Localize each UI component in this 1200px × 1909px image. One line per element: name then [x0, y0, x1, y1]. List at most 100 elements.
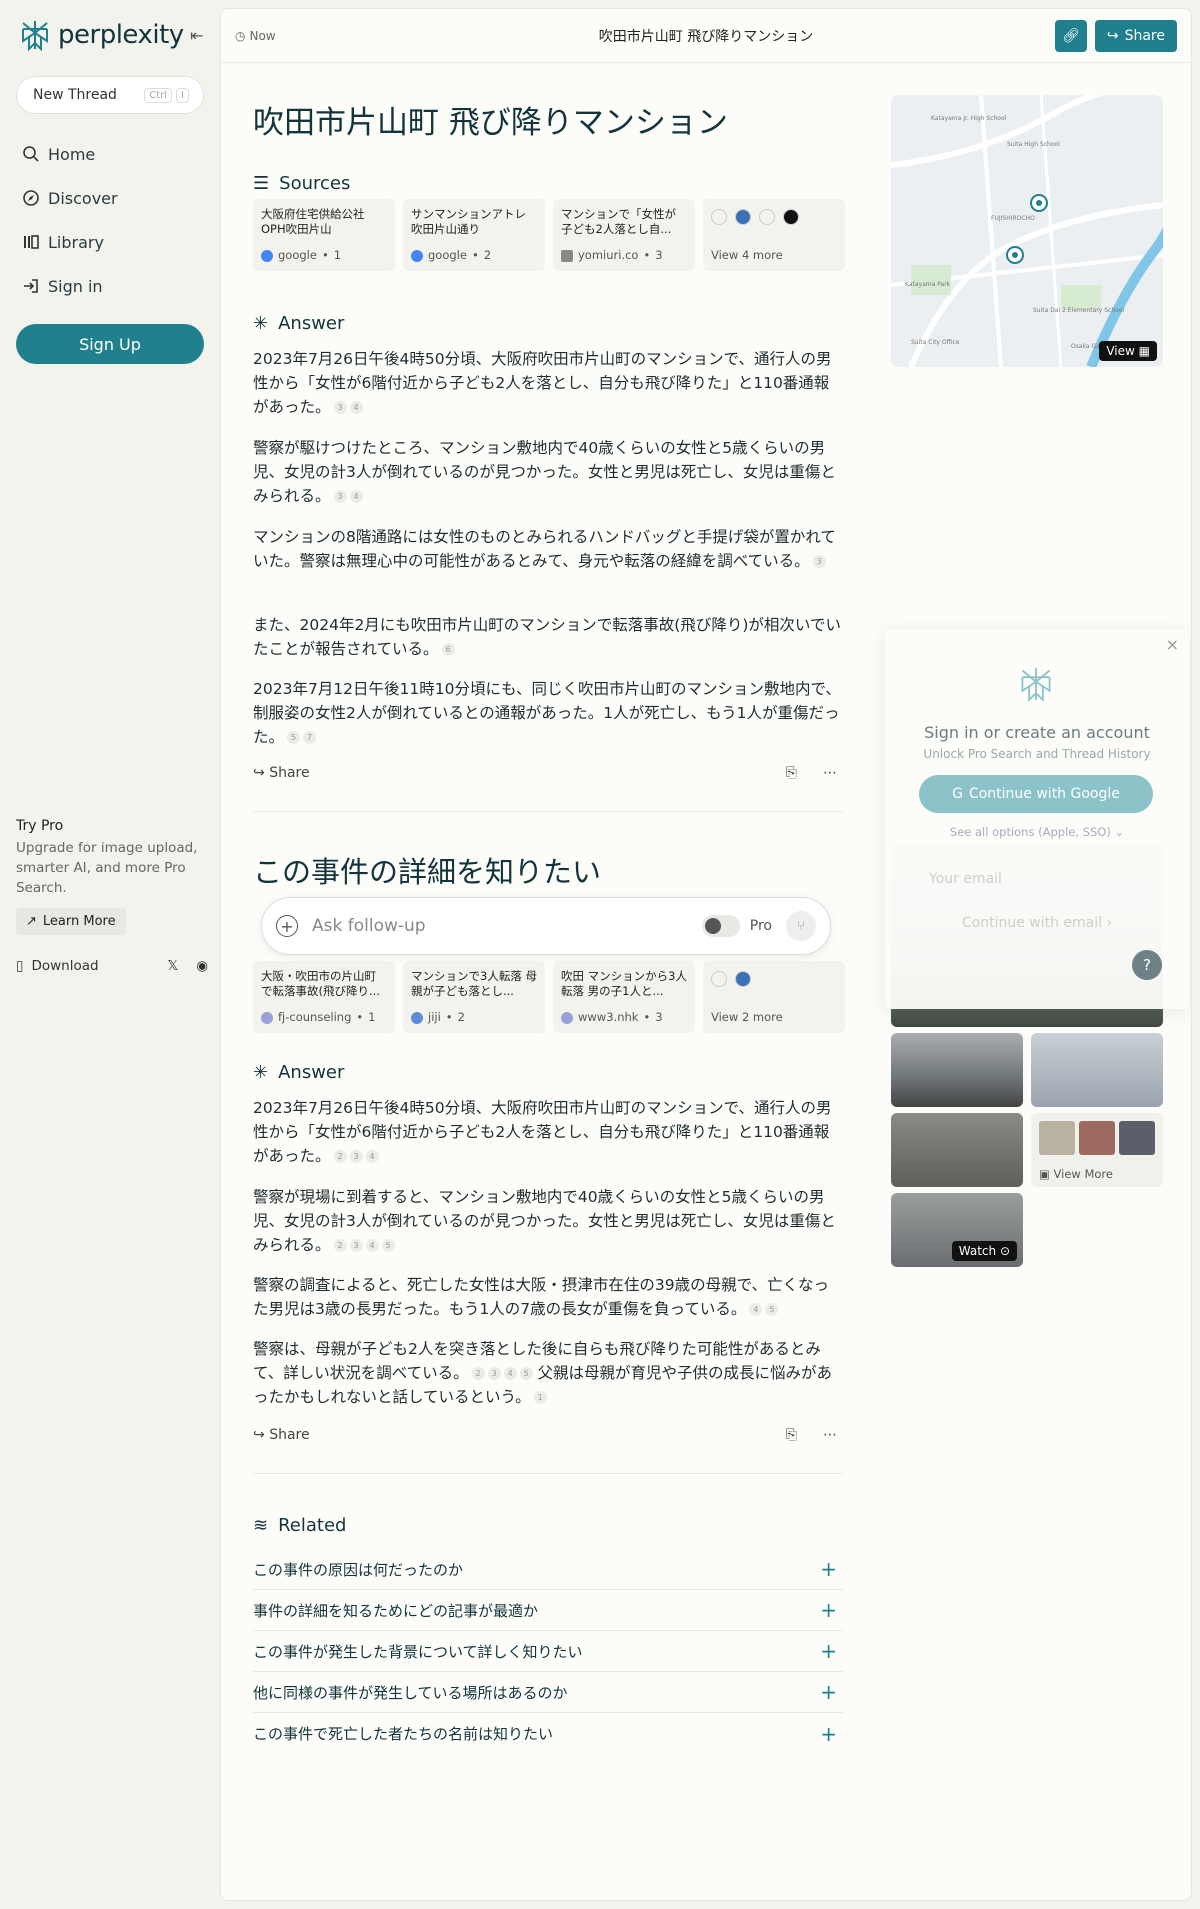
citation[interactable]: 5 [381, 1239, 395, 1252]
submit-button[interactable]: ⑂ [786, 911, 816, 941]
see-all-label: See all options (Apple, SSO) [949, 825, 1111, 839]
view-more-sources[interactable]: View 4 more [703, 199, 845, 271]
citation[interactable]: 6 [441, 643, 455, 656]
try-pro-title: Try Pro [16, 818, 64, 834]
discord-icon[interactable]: ◉ [196, 958, 208, 974]
related-item[interactable]: この事件が発生した背景について詳しく知りたい + [253, 1631, 843, 1672]
citation[interactable]: 4 [349, 401, 363, 414]
sidebar-item-home[interactable]: Home [16, 132, 204, 176]
more-icon[interactable]: ⋯ [823, 765, 837, 781]
continue-google-button[interactable]: G Continue with Google [919, 775, 1153, 813]
source-card[interactable]: 大阪府住宅供給公社OPH吹田片山 google • 1 [253, 199, 395, 271]
map-label: Katayama Park [905, 281, 951, 288]
paragraph-text: 2023年7月12日午後11時10分頃にも、同じく吹田市片山町のマンション敷地内… [253, 680, 841, 746]
collapse-sidebar-icon[interactable]: ⇤ [190, 26, 203, 45]
citation[interactable]: 3 [333, 401, 347, 414]
sidebar-item-library[interactable]: Library [16, 220, 204, 264]
download-link[interactable]: ▯ Download [16, 958, 99, 974]
shortcut-hint: Ctrl I [144, 87, 189, 103]
source-site: yomiuri.co [578, 248, 639, 262]
sidebar-item-discover[interactable]: Discover [16, 176, 204, 220]
answer-paragraph: 2023年7月26日午後4時50分頃、大阪府吹田市片山町のマンションで、通行人の… [253, 347, 843, 419]
view-more-sources[interactable]: View 2 more [703, 961, 845, 1033]
learn-more-button[interactable]: ↗ Learn More [16, 908, 126, 935]
answer-paragraph: 警察の調査によると、死亡した女性は大阪・摂津市在住の39歳の母親で、亡くなった男… [253, 1273, 843, 1321]
citation[interactable]: 5 [287, 731, 301, 744]
share-answer-button[interactable]: ↪ Share [253, 1427, 310, 1443]
source-card[interactable]: サンマンションアトレ吹田片山通り google • 2 [403, 199, 545, 271]
x-icon[interactable]: 𝕏 [167, 958, 178, 974]
source-card[interactable]: 大阪・吹田市の片山町で転落事故(飛び降り... fj-counseling • 1 [253, 961, 395, 1033]
share-label: Share [1124, 27, 1165, 44]
citation[interactable]: 3 [333, 490, 347, 503]
share-answer-button[interactable]: ↪ Share [253, 765, 310, 781]
related-item[interactable]: この事件で死亡した者たちの名前は知りたい + [253, 1713, 843, 1754]
sidebar-item-signin[interactable]: Sign in [16, 264, 204, 308]
followup-query-title: この事件の詳細を知りたい [253, 855, 602, 889]
thumb-image [1079, 1121, 1115, 1155]
answer-paragraph: また、2024年2月にも吹田市片山町のマンションで転落事故(飛び降り)が相次いで… [253, 613, 843, 661]
email-field[interactable]: Your email [929, 871, 1002, 887]
citation[interactable]: 7 [303, 731, 317, 744]
citation[interactable]: 4 [365, 1239, 379, 1252]
citation[interactable]: 4 [365, 1150, 379, 1163]
source-title: マンションで3人転落 母親が子ども落とし... [411, 969, 537, 998]
citation[interactable]: 4 [749, 1303, 763, 1316]
source-card[interactable]: マンションで3人転落 母親が子ども落とし... jiji • 2 [403, 961, 545, 1033]
paragraph-text: マンションの8階通路には女性のものとみられるハンドバッグと手提げ袋が置かれていた… [253, 528, 836, 570]
citation[interactable]: 2 [333, 1239, 347, 1252]
map-view-button[interactable]: View ▦ [1099, 341, 1157, 361]
video-result[interactable]: Watch ⊙ [891, 1193, 1023, 1267]
continue-email-button[interactable]: Continue with email › [885, 915, 1189, 931]
close-icon[interactable]: × [1166, 635, 1179, 654]
copy-link-button[interactable]: 🔗︎ [1054, 19, 1087, 52]
related-item[interactable]: この事件の原因は何だったのか + [253, 1549, 843, 1590]
view-more-images[interactable]: ▣ View More [1031, 1113, 1163, 1187]
signin-icon [24, 279, 38, 293]
download-label: Download [31, 958, 99, 974]
copy-icon[interactable]: ⎘ [786, 1427, 797, 1443]
citation[interactable]: 3 [349, 1239, 363, 1252]
image-result[interactable] [891, 1113, 1023, 1187]
watch-button[interactable]: Watch ⊙ [951, 1241, 1017, 1261]
citation[interactable]: 2 [333, 1150, 347, 1163]
more-icon[interactable]: ⋯ [823, 1427, 837, 1443]
source-favicons [711, 971, 837, 987]
logo[interactable]: perplexity [16, 0, 204, 70]
answer-paragraph: マンションの8階通路には女性のものとみられるハンドバッグと手提げ袋が置かれていた… [253, 525, 843, 573]
favicon-icon [735, 971, 751, 987]
citation[interactable]: 5 [765, 1303, 779, 1316]
source-title: 吹田 マンションから3人転落 男の子1人と... [561, 969, 687, 998]
new-thread-button[interactable]: New Thread Ctrl I [16, 76, 204, 114]
answer-tools: ⎘ ⋯ [786, 1427, 837, 1443]
attach-icon[interactable]: + [276, 915, 298, 937]
image-result[interactable] [1031, 1033, 1163, 1107]
related-item[interactable]: 事件の詳細を知るためにどの記事が最適か + [253, 1590, 843, 1631]
citation[interactable]: 3 [487, 1367, 501, 1380]
followup-bar: + Ask follow-up Pro ⑂ [261, 897, 831, 955]
share-button[interactable]: ↪ Share [1094, 19, 1177, 52]
citation[interactable]: 4 [503, 1367, 517, 1380]
citation[interactable]: 3 [349, 1150, 363, 1163]
citation[interactable]: 1 [533, 1391, 547, 1404]
layers-icon: ≋ [253, 1515, 269, 1536]
help-button[interactable]: ? [1132, 950, 1162, 980]
source-card[interactable]: マンションで「女性が子ども2人落とし自... yomiuri.co • 3 [553, 199, 695, 271]
signup-button[interactable]: Sign Up [16, 324, 204, 364]
plus-icon: + [820, 1557, 837, 1581]
see-all-options[interactable]: See all options (Apple, SSO) ⌄ [885, 825, 1189, 839]
citation[interactable]: 4 [349, 490, 363, 503]
pro-toggle[interactable] [701, 915, 740, 937]
perplexity-logo-icon [1021, 668, 1051, 703]
source-card[interactable]: 吹田 マンションから3人転落 男の子1人と... www3.nhk • 3 [553, 961, 695, 1033]
followup-input[interactable]: Ask follow-up [312, 916, 426, 936]
citation[interactable]: 5 [519, 1367, 533, 1380]
map-card[interactable]: Katayama Jr. High School Suita High Scho… [891, 95, 1163, 367]
related-item[interactable]: 他に同様の事件が発生している場所はあるのか + [253, 1672, 843, 1713]
citation[interactable]: 2 [471, 1367, 485, 1380]
related-text: この事件で死亡した者たちの名前は知りたい [253, 1725, 554, 1743]
nhk-icon [561, 1011, 573, 1024]
copy-icon[interactable]: ⎘ [786, 765, 797, 781]
citation[interactable]: 3 [812, 555, 826, 568]
image-result[interactable] [891, 1033, 1023, 1107]
